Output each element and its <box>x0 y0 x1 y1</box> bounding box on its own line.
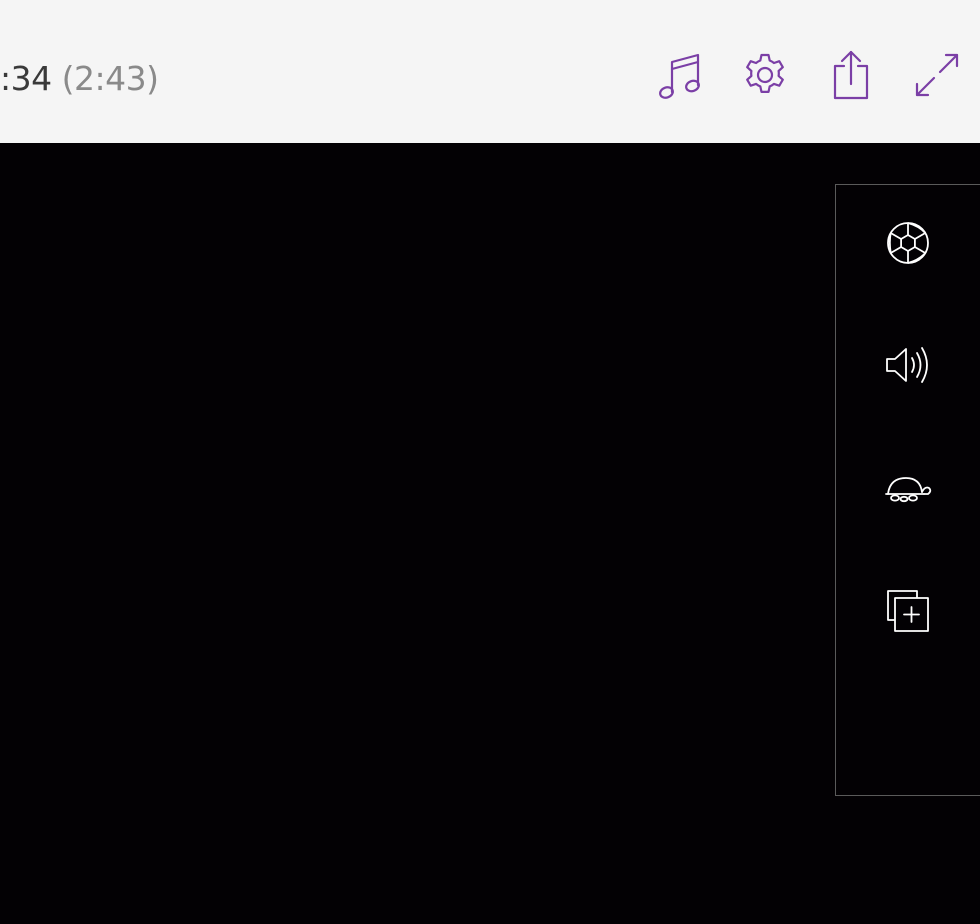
settings-button[interactable] <box>739 48 791 102</box>
add-to-playlist-button[interactable] <box>880 585 936 641</box>
turtle-icon <box>884 474 932 508</box>
share-icon <box>829 48 873 102</box>
top-bar: :34 (2:43) <box>0 0 980 143</box>
aperture-icon <box>885 220 931 270</box>
playback-time: :34 (2:43) <box>0 56 159 102</box>
expand-icon <box>913 51 961 99</box>
music-icon <box>655 50 705 100</box>
music-button[interactable] <box>654 48 706 102</box>
add-copy-icon <box>885 588 931 638</box>
gear-icon <box>741 51 789 99</box>
slow-motion-button[interactable] <box>880 463 936 519</box>
video-area[interactable] <box>0 143 980 924</box>
elapsed-time: :34 <box>0 59 52 98</box>
total-duration: (2:43) <box>61 59 159 98</box>
speaker-icon <box>884 343 932 391</box>
volume-button[interactable] <box>880 339 936 395</box>
snapshot-button[interactable] <box>880 217 936 273</box>
share-button[interactable] <box>825 48 877 102</box>
fullscreen-button[interactable] <box>911 48 963 102</box>
side-toolbar <box>835 184 980 796</box>
